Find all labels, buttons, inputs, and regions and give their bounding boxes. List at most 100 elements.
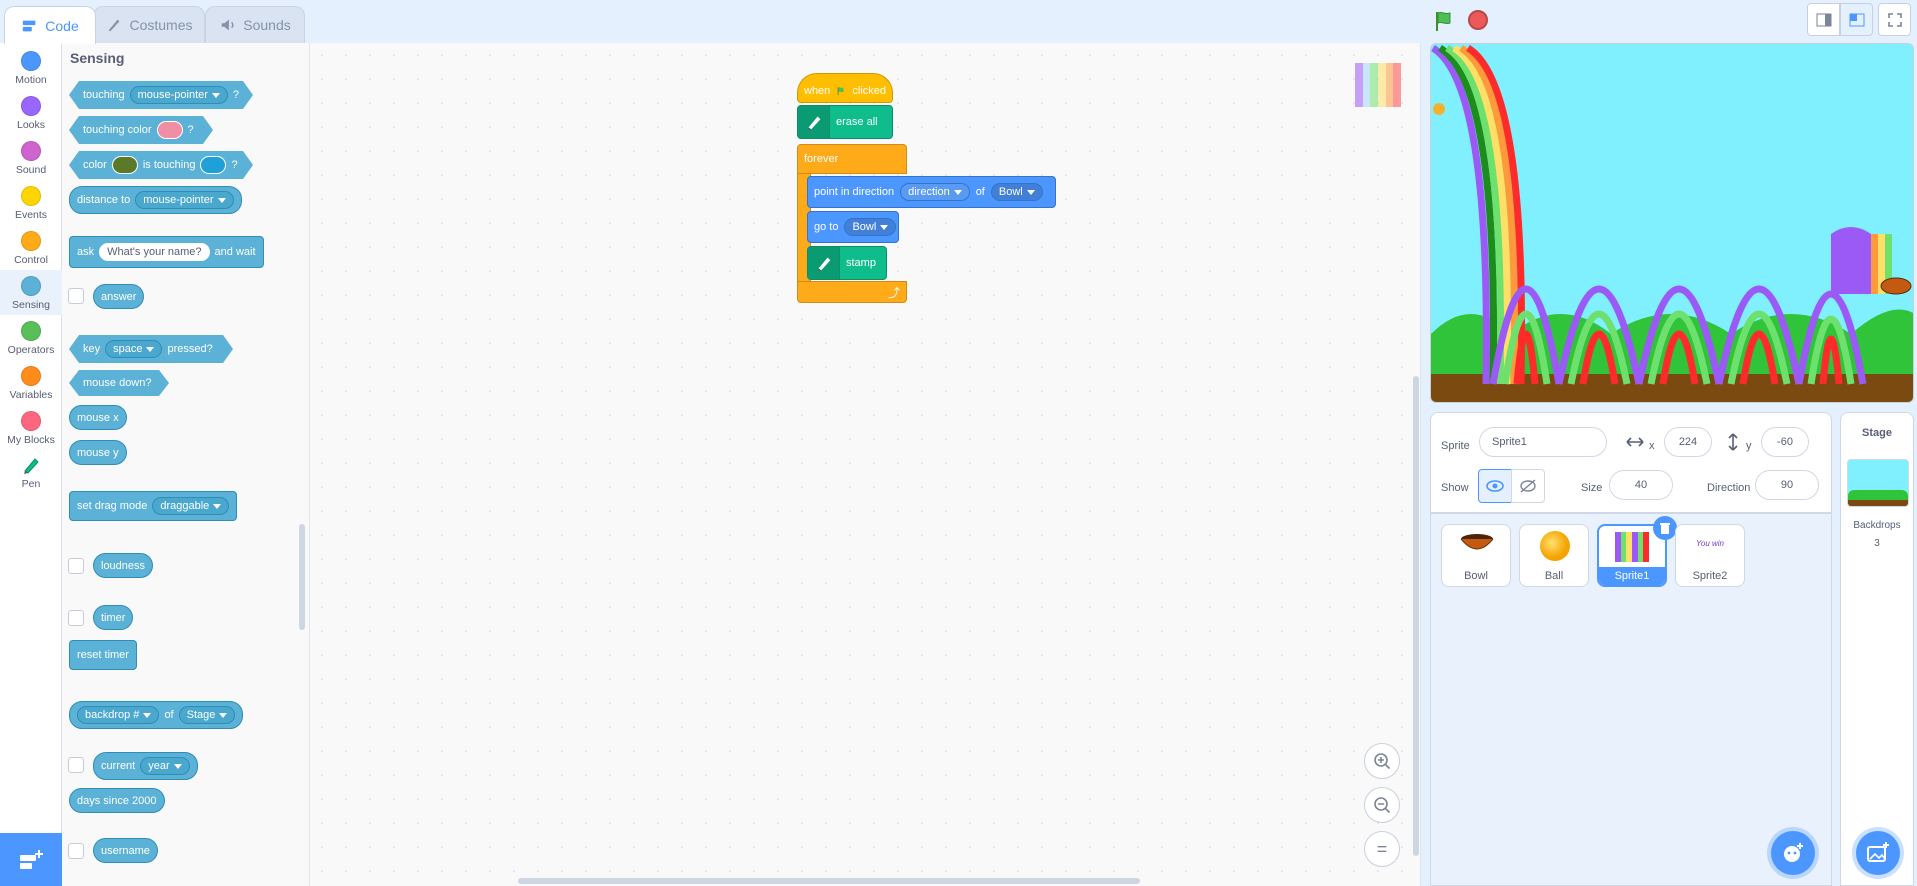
point-target-dropdown[interactable]: Bowl <box>990 183 1043 201</box>
category-motion[interactable]: Motion <box>0 45 62 90</box>
distance-target-dropdown[interactable]: mouse-pointer <box>135 191 234 209</box>
touching-block[interactable]: touching mouse-pointer ? <box>69 81 253 109</box>
current-checkbox[interactable] <box>68 757 84 773</box>
ask-question-input[interactable]: What's your name? <box>99 243 210 261</box>
mouse-x-block[interactable]: mouse x <box>69 405 127 430</box>
direction-property-dropdown[interactable]: direction <box>900 183 970 201</box>
add-extension-button[interactable] <box>0 833 62 886</box>
stamp-block[interactable]: stamp <box>807 246 887 280</box>
backdrop-property-dropdown[interactable]: backdrop # <box>77 706 160 724</box>
username-block[interactable]: username <box>93 838 158 863</box>
category-pen[interactable]: Pen <box>0 450 62 495</box>
color-touching-color-block[interactable]: color is touching ? <box>69 151 253 179</box>
color-swatch[interactable] <box>157 121 183 139</box>
block-label: ? <box>187 124 194 136</box>
loudness-block[interactable]: loudness <box>93 553 154 578</box>
size-field[interactable]: 40 <box>1609 470 1673 500</box>
workspace-vertical-scrollbar[interactable] <box>1413 376 1419 856</box>
timer-block[interactable]: timer <box>93 605 134 630</box>
sprite-tile-ball[interactable]: Ball <box>1519 524 1589 587</box>
stage-selector[interactable]: Stage Backdrops 3 <box>1840 412 1914 886</box>
key-dropdown[interactable]: space <box>105 340 162 358</box>
sprite-name-field[interactable]: Sprite1 <box>1479 427 1607 457</box>
fullscreen-button[interactable] <box>1878 3 1911 36</box>
block-label: timer <box>101 611 126 624</box>
answer-checkbox[interactable] <box>68 288 84 304</box>
category-label: Looks <box>16 119 46 131</box>
color-swatch[interactable] <box>200 156 226 174</box>
events-dot-icon <box>21 186 41 206</box>
block-label: loudness <box>101 559 146 572</box>
normal-stage-button[interactable] <box>1840 3 1873 36</box>
mouse-down-block[interactable]: mouse down? <box>69 370 169 396</box>
tab-code[interactable]: Code <box>4 6 96 44</box>
category-sound[interactable]: Sound <box>0 135 62 180</box>
zoom-reset-button[interactable]: = <box>1364 831 1400 867</box>
zoom-in-button[interactable] <box>1364 743 1400 779</box>
days-since-2000-block[interactable]: days since 2000 <box>69 788 165 813</box>
touching-color-block[interactable]: touching color ? <box>69 116 213 144</box>
color-swatch[interactable] <box>112 156 138 174</box>
username-checkbox[interactable] <box>68 843 84 859</box>
sprite-tile-sprite2[interactable]: You win Sprite2 <box>1675 524 1745 587</box>
key-pressed-block[interactable]: key space pressed? <box>69 335 233 363</box>
tab-sounds[interactable]: Sounds <box>205 6 305 43</box>
fullscreen-icon <box>1887 12 1902 27</box>
category-variables[interactable]: Variables <box>0 360 62 405</box>
eye-off-icon <box>1520 479 1536 493</box>
sprite-tile-bowl[interactable]: Bowl <box>1441 524 1511 587</box>
erase-all-block[interactable]: erase all <box>797 105 893 139</box>
editor-tabs: Code Costumes Sounds <box>0 0 310 44</box>
category-events[interactable]: Events <box>0 180 62 225</box>
pen-icon <box>798 106 830 138</box>
touching-target-dropdown[interactable]: mouse-pointer <box>130 86 228 104</box>
when-flag-clicked-block[interactable]: when clicked <box>797 73 893 103</box>
direction-field[interactable]: 90 <box>1755 470 1819 500</box>
current-unit-dropdown[interactable]: year <box>140 757 190 775</box>
block-label: stamp <box>846 257 876 269</box>
set-drag-mode-block[interactable]: set drag mode draggable <box>69 491 238 521</box>
answer-block[interactable]: answer <box>93 284 145 309</box>
drag-mode-dropdown[interactable]: draggable <box>152 497 230 515</box>
go-to-target-dropdown[interactable]: Bowl <box>844 218 897 236</box>
my-blocks-dot-icon <box>21 411 41 431</box>
go-to-block[interactable]: go to Bowl <box>807 211 899 243</box>
script-workspace[interactable]: when clicked erase all forever ⤴ point i… <box>310 43 1421 886</box>
timer-checkbox[interactable] <box>68 610 84 626</box>
palette-scrollbar[interactable] <box>299 524 305 630</box>
variables-dot-icon <box>21 366 41 386</box>
small-stage-button[interactable] <box>1807 3 1840 36</box>
backdrop-target-dropdown[interactable]: Stage <box>178 706 236 724</box>
forever-block[interactable]: forever <box>797 144 907 174</box>
zoom-out-button[interactable] <box>1364 787 1400 823</box>
backdrop-of-stage-block[interactable]: backdrop # of Stage <box>69 701 244 729</box>
workspace-horizontal-scrollbar[interactable] <box>518 878 1140 884</box>
block-label: erase all <box>836 116 878 128</box>
block-label: touching color <box>83 124 152 136</box>
delete-sprite-button[interactable] <box>1653 516 1677 540</box>
hide-sprite-button[interactable] <box>1511 469 1545 503</box>
point-towards-block[interactable]: point in direction direction of Bowl <box>807 176 1056 208</box>
choose-sprite-button[interactable] <box>1771 831 1815 875</box>
y-field[interactable]: -60 <box>1761 427 1809 457</box>
stop-button[interactable] <box>1468 10 1488 30</box>
y-arrows-icon <box>1728 433 1738 451</box>
category-operators[interactable]: Operators <box>0 315 62 360</box>
tab-costumes[interactable]: Costumes <box>93 6 205 43</box>
green-flag-icon[interactable] <box>1432 9 1456 33</box>
current-year-block[interactable]: current year <box>93 752 198 780</box>
loudness-checkbox[interactable] <box>68 558 84 574</box>
category-my-blocks[interactable]: My Blocks <box>0 405 62 450</box>
ask-and-wait-block[interactable]: ask What's your name? and wait <box>69 236 264 268</box>
category-sensing[interactable]: Sensing <box>0 270 62 315</box>
category-looks[interactable]: Looks <box>0 90 62 135</box>
choose-backdrop-button[interactable] <box>1856 831 1900 875</box>
block-label: days since 2000 <box>77 794 157 807</box>
show-sprite-button[interactable] <box>1478 469 1512 503</box>
x-field[interactable]: 224 <box>1664 427 1712 457</box>
category-control[interactable]: Control <box>0 225 62 270</box>
reset-timer-block[interactable]: reset timer <box>69 640 137 670</box>
mouse-y-block[interactable]: mouse y <box>69 440 127 465</box>
stage-canvas[interactable] <box>1430 43 1914 403</box>
distance-to-block[interactable]: distance to mouse-pointer <box>69 186 242 214</box>
